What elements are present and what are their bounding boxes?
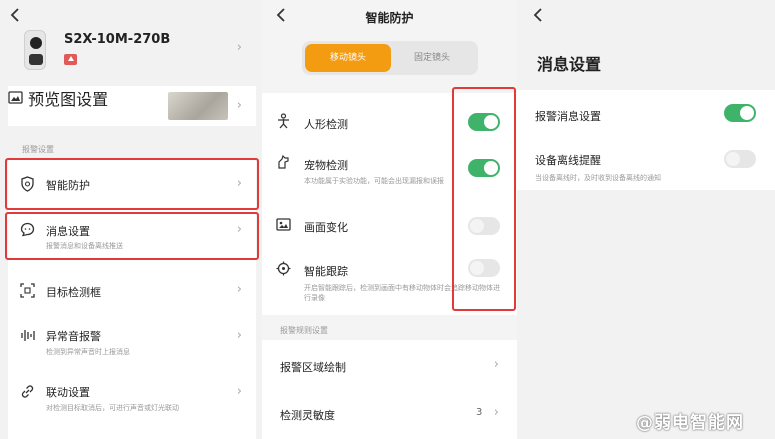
alarm-settings-list: 智能防护 › 消息设置 报警消息和设备离线推送 › 目标检测框 › 异常音报警 … bbox=[8, 158, 256, 439]
item-label: 智能跟踪 bbox=[304, 265, 348, 278]
alarm-message-toggle[interactable] bbox=[724, 104, 756, 122]
chevron-right-icon: › bbox=[493, 357, 499, 372]
alarm-rules-list: 报警区域绘制 › 检测灵敏度 3 › bbox=[262, 340, 517, 439]
item-sub: 开启智能跟踪后，检测到画面中有移动物体时会追踪移动物体进行录像 bbox=[304, 284, 500, 302]
back-icon[interactable] bbox=[533, 8, 543, 22]
item-label: 报警消息设置 bbox=[535, 110, 601, 123]
preview-label: 预览图设置 bbox=[28, 90, 109, 109]
item-label: 报警区域绘制 bbox=[280, 361, 346, 374]
item-label: 目标检测框 bbox=[46, 286, 101, 299]
target-box-icon bbox=[20, 283, 36, 299]
camera-icon bbox=[24, 30, 46, 70]
preview-thumbnail bbox=[168, 92, 228, 120]
chevron-right-icon: › bbox=[236, 98, 242, 113]
shield-icon bbox=[20, 176, 36, 192]
item-label: 智能防护 bbox=[46, 179, 90, 192]
item-sub: 对检测目标取消后，可进行声音或灯光联动 bbox=[46, 404, 179, 412]
list-item-human-detection[interactable]: 人形检测 bbox=[262, 99, 517, 139]
item-label: 联动设置 bbox=[46, 386, 90, 399]
section-alarm-settings: 报警设置 bbox=[22, 145, 54, 154]
pet-detection-toggle[interactable] bbox=[468, 159, 500, 177]
offline-reminder-toggle[interactable] bbox=[724, 150, 756, 168]
list-item-smart-tracking[interactable]: 智能跟踪 开启智能跟踪后，检测到画面中有移动物体时会追踪移动物体进行录像 bbox=[262, 251, 517, 311]
sidebar-item-abnormal-sound[interactable]: 异常音报警 检测到异常声音时上报消息 › bbox=[8, 318, 256, 366]
chevron-right-icon: › bbox=[236, 282, 242, 297]
chevron-right-icon: › bbox=[236, 328, 242, 343]
crosshair-icon bbox=[276, 261, 292, 277]
list-item-pet-detection[interactable]: 宠物检测 本功能属于实验功能，可能会出现漏报和误报 bbox=[262, 145, 517, 191]
device-header[interactable]: S2X-10M-270B › bbox=[8, 24, 256, 74]
list-item-offline-reminder[interactable]: 设备离线提醒 当设备离线时，及时收到设备离线的通知 bbox=[517, 142, 775, 186]
chevron-right-icon: › bbox=[493, 405, 499, 420]
page-title: 智能防护 bbox=[365, 11, 414, 25]
message-settings-panel: 消息设置 报警消息设置 设备离线提醒 当设备离线时，及时收到设备离线的通知 bbox=[517, 0, 775, 439]
chevron-right-icon: › bbox=[236, 176, 242, 191]
item-sub: 报警消息和设备离线推送 bbox=[46, 242, 123, 250]
device-name: S2X-10M-270B bbox=[64, 32, 171, 47]
tab-fixed-lens[interactable]: 固定镜头 bbox=[389, 44, 475, 72]
smart-tracking-toggle[interactable] bbox=[468, 259, 500, 277]
human-detection-toggle[interactable] bbox=[468, 113, 500, 131]
sidebar-item-target-box[interactable]: 目标检测框 › bbox=[8, 270, 256, 310]
item-sub: 当设备离线时，及时收到设备离线的通知 bbox=[535, 174, 661, 182]
chevron-right-icon: › bbox=[236, 222, 242, 237]
list-item-alarm-message[interactable]: 报警消息设置 bbox=[517, 94, 775, 134]
item-label: 异常音报警 bbox=[46, 330, 101, 343]
item-label: 设备离线提醒 bbox=[535, 154, 601, 167]
sound-wave-icon bbox=[20, 328, 36, 344]
sidebar-item-smart-protection[interactable]: 智能防护 › bbox=[8, 158, 256, 208]
pet-icon bbox=[276, 154, 292, 171]
upgrade-badge-icon bbox=[64, 54, 77, 65]
list-item-scene-change[interactable]: 画面变化 bbox=[262, 207, 517, 247]
message-icon bbox=[20, 222, 36, 238]
tab-moving-lens[interactable]: 移动镜头 bbox=[305, 44, 391, 72]
picture-change-icon bbox=[276, 217, 292, 233]
chevron-right-icon: › bbox=[236, 40, 242, 55]
page-title: 消息设置 bbox=[537, 55, 602, 74]
section-alarm-rules: 报警规则设置 bbox=[280, 326, 328, 335]
link-icon bbox=[20, 384, 36, 400]
person-icon bbox=[276, 113, 292, 129]
list-item-alarm-zone[interactable]: 报警区域绘制 › bbox=[262, 344, 517, 384]
preview-settings-row[interactable]: 预览图设置 › bbox=[8, 86, 256, 126]
message-settings-list: 报警消息设置 设备离线提醒 当设备离线时，及时收到设备离线的通知 bbox=[517, 90, 775, 190]
sidebar-item-message-settings[interactable]: 消息设置 报警消息和设备离线推送 › bbox=[8, 212, 256, 262]
device-settings-panel: S2X-10M-270B › 预览图设置 › 报警设置 智能防护 › 消息设置 … bbox=[0, 0, 262, 439]
sensitivity-value: 3 bbox=[476, 407, 483, 418]
item-label: 画面变化 bbox=[304, 221, 348, 234]
item-label: 消息设置 bbox=[46, 225, 90, 238]
item-sub: 本功能属于实验功能，可能会出现漏报和误报 bbox=[304, 177, 444, 185]
image-icon bbox=[8, 90, 28, 109]
scene-change-toggle[interactable] bbox=[468, 217, 500, 235]
smart-protection-panel: 智能防护 移动镜头 固定镜头 人形检测 宠物检测 本功能属于实验功能，可能会出现… bbox=[262, 0, 517, 439]
chevron-right-icon: › bbox=[236, 384, 242, 399]
item-sub: 检测到异常声音时上报消息 bbox=[46, 348, 130, 356]
back-icon[interactable] bbox=[10, 8, 20, 22]
item-label: 人形检测 bbox=[304, 118, 348, 131]
detection-list: 人形检测 宠物检测 本功能属于实验功能，可能会出现漏报和误报 画面变化 智能跟踪… bbox=[262, 93, 517, 315]
lens-mode-segmented-control: 移动镜头 固定镜头 bbox=[302, 41, 478, 75]
item-label: 宠物检测 bbox=[304, 159, 348, 172]
list-item-sensitivity[interactable]: 检测灵敏度 3 › bbox=[262, 392, 517, 432]
item-label: 检测灵敏度 bbox=[280, 409, 335, 422]
sidebar-item-linkage[interactable]: 联动设置 对检测目标取消后，可进行声音或灯光联动 › bbox=[8, 374, 256, 422]
watermark-text: @弱电智能网 bbox=[636, 413, 744, 433]
